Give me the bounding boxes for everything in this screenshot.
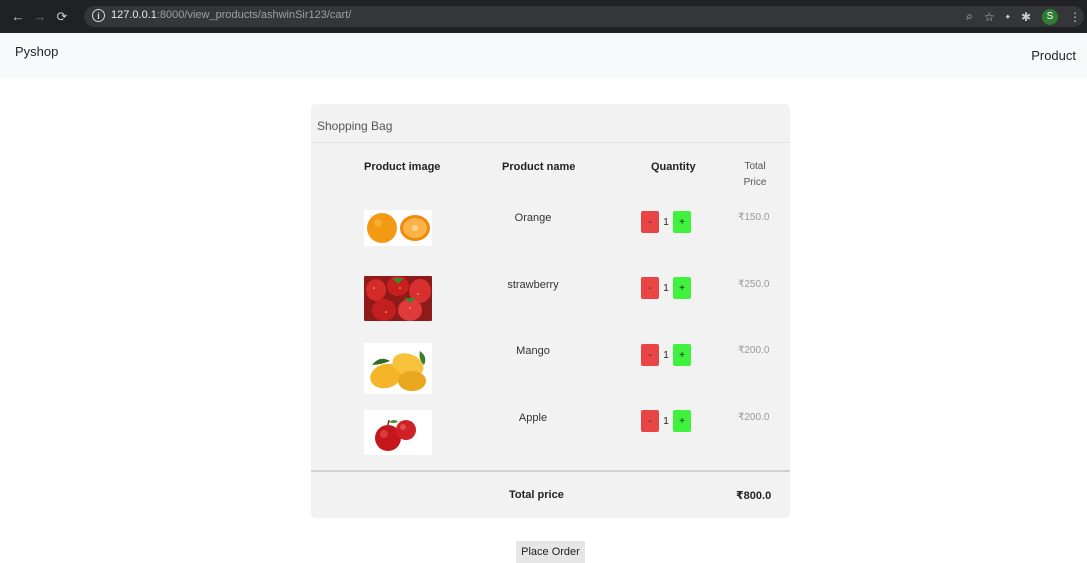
product-image-apple xyxy=(364,410,432,455)
header-product-image: Product image xyxy=(364,161,441,173)
brand-logo[interactable]: Pyshop xyxy=(15,44,58,59)
place-order-button[interactable]: Place Order xyxy=(516,541,585,563)
header-total-price: Total Price xyxy=(743,161,767,188)
site-navbar: Pyshop Product xyxy=(0,33,1087,78)
product-image-mango xyxy=(364,343,432,394)
info-icon[interactable]: i xyxy=(92,9,105,22)
increase-quantity-button[interactable]: + xyxy=(673,344,691,366)
header-quantity: Quantity xyxy=(651,161,696,173)
quantity-stepper: - 1 + xyxy=(641,277,691,299)
menu-dots-icon[interactable]: ⋮ xyxy=(1069,10,1081,24)
puzzle-icon[interactable]: ✱ xyxy=(1021,10,1031,24)
product-image-orange xyxy=(364,210,432,246)
nav-link-product[interactable]: Product xyxy=(1031,48,1076,63)
card-title: Shopping Bag xyxy=(317,119,393,133)
decrease-quantity-button[interactable]: - xyxy=(641,277,659,299)
product-price: ₹200.0 xyxy=(738,412,770,423)
forward-arrow-icon[interactable]: → xyxy=(30,7,50,27)
quantity-value: 1 xyxy=(663,282,669,294)
decrease-quantity-button[interactable]: - xyxy=(641,410,659,432)
card-footer: Total price ₹800.0 xyxy=(311,470,790,518)
url-text[interactable]: 127.0.0.1:8000/view_products/ashwinSir12… xyxy=(111,9,351,21)
product-name: strawberry xyxy=(507,279,559,291)
quantity-value: 1 xyxy=(663,349,669,361)
reload-icon[interactable]: ⟳ xyxy=(52,7,72,27)
increase-quantity-button[interactable]: + xyxy=(673,410,691,432)
increase-quantity-button[interactable]: + xyxy=(673,277,691,299)
product-name: Orange xyxy=(514,212,552,224)
shopping-bag-card: Shopping Bag Product image Product name … xyxy=(311,104,790,518)
product-price: ₹250.0 xyxy=(738,279,770,290)
product-image-strawberry xyxy=(364,276,432,321)
zoom-icon[interactable]: ⌕ xyxy=(966,9,973,24)
quantity-stepper: - 1 + xyxy=(641,410,691,432)
quantity-stepper: - 1 + xyxy=(641,344,691,366)
quantity-stepper: - 1 + xyxy=(641,211,691,233)
product-name: Mango xyxy=(516,345,550,357)
star-icon[interactable]: ☆ xyxy=(984,10,995,24)
total-price-value: ₹800.0 xyxy=(736,490,772,502)
decrease-quantity-button[interactable]: - xyxy=(641,344,659,366)
card-header: Shopping Bag xyxy=(311,104,790,143)
address-bar[interactable]: i 127.0.0.1:8000/view_products/ashwinSir… xyxy=(84,6,1084,27)
back-arrow-icon[interactable]: ← xyxy=(8,7,28,27)
quantity-value: 1 xyxy=(663,415,669,427)
extension-icon[interactable]: ⬩ xyxy=(1006,9,1010,24)
profile-avatar[interactable]: S xyxy=(1042,8,1058,25)
product-price: ₹150.0 xyxy=(738,212,770,223)
increase-quantity-button[interactable]: + xyxy=(673,211,691,233)
product-name: Apple xyxy=(518,412,548,424)
total-price-label: Total price xyxy=(509,489,564,501)
decrease-quantity-button[interactable]: - xyxy=(641,211,659,233)
browser-toolbar: ← → ⟳ i 127.0.0.1:8000/view_products/ash… xyxy=(0,0,1087,33)
quantity-value: 1 xyxy=(663,216,669,228)
header-product-name: Product name xyxy=(502,161,576,173)
product-price: ₹200.0 xyxy=(738,345,770,356)
